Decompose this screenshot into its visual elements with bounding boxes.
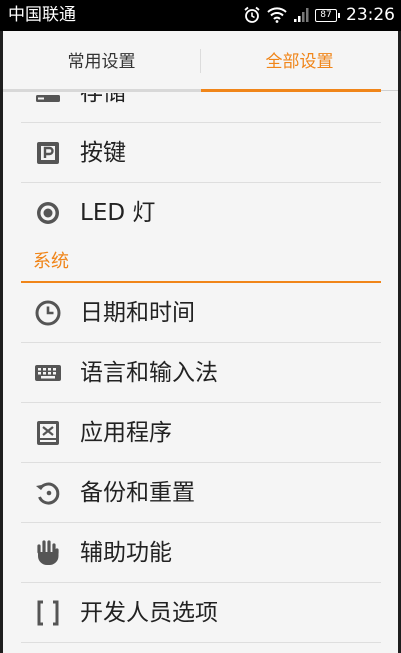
settings-item-language-input[interactable]: 语言和输入法 [3, 343, 398, 403]
settings-item-label: 存储 [80, 93, 126, 106]
settings-item-apps[interactable]: 应用程序 [3, 403, 398, 463]
key-icon [33, 138, 63, 168]
settings-item-developer-options[interactable]: 开发人员选项 [3, 583, 398, 643]
tab-track [3, 89, 201, 92]
settings-item-label: 日期和时间 [80, 300, 195, 326]
backup-icon [33, 478, 63, 508]
section-title: 系统 [33, 251, 69, 272]
settings-item-accessibility[interactable]: 辅助功能 [3, 523, 398, 583]
tab-all-settings[interactable]: 全部设置 [201, 31, 398, 93]
settings-item-label: 开发人员选项 [80, 600, 218, 626]
settings-item-label: 语言和输入法 [80, 360, 218, 386]
hand-icon [33, 538, 63, 568]
section-header-system: 系统 [3, 243, 398, 283]
settings-item-keys[interactable]: 按键 [3, 123, 398, 183]
settings-item-backup-reset[interactable]: 备份和重置 [3, 463, 398, 523]
settings-item-label: 备份和重置 [80, 480, 195, 506]
apps-icon [33, 418, 63, 448]
brackets-icon [33, 598, 63, 628]
settings-item-label: 应用程序 [80, 420, 172, 446]
wifi-icon [267, 7, 287, 23]
settings-item-label: 辅助功能 [80, 540, 172, 566]
divider [21, 642, 381, 643]
status-icons: 87 23:26 [243, 4, 395, 26]
settings-item-label: LED 灯 [80, 200, 156, 226]
carrier-name: 中国联通 [8, 5, 76, 25]
battery-indicator: 87 [315, 8, 340, 22]
settings-item-date-time[interactable]: 日期和时间 [3, 283, 398, 343]
settings-list[interactable]: 存储 按键 LED 灯 系统 日期和时间 语言和输入法 应用程序 备份和重置 辅… [3, 93, 398, 643]
led-icon [33, 198, 63, 228]
alarm-icon [243, 6, 261, 24]
tab-selected-indicator [201, 89, 381, 92]
keyboard-icon [33, 358, 63, 388]
signal-icon [293, 7, 309, 23]
clock: 23:26 [346, 5, 395, 25]
status-bar: 中国联通 87 23:26 [0, 0, 401, 31]
tab-common-settings[interactable]: 常用设置 [3, 31, 200, 93]
tab-bar: 常用设置 全部设置 [3, 31, 398, 93]
settings-item-led[interactable]: LED 灯 [3, 183, 398, 243]
settings-item-label: 按键 [80, 140, 126, 166]
storage-icon [33, 93, 63, 108]
settings-item-storage[interactable]: 存储 [3, 93, 398, 123]
settings-page: 常用设置 全部设置 存储 按键 LED 灯 系统 日期和时间 语言和输入法 应用… [3, 31, 398, 653]
clock-icon [33, 298, 63, 328]
